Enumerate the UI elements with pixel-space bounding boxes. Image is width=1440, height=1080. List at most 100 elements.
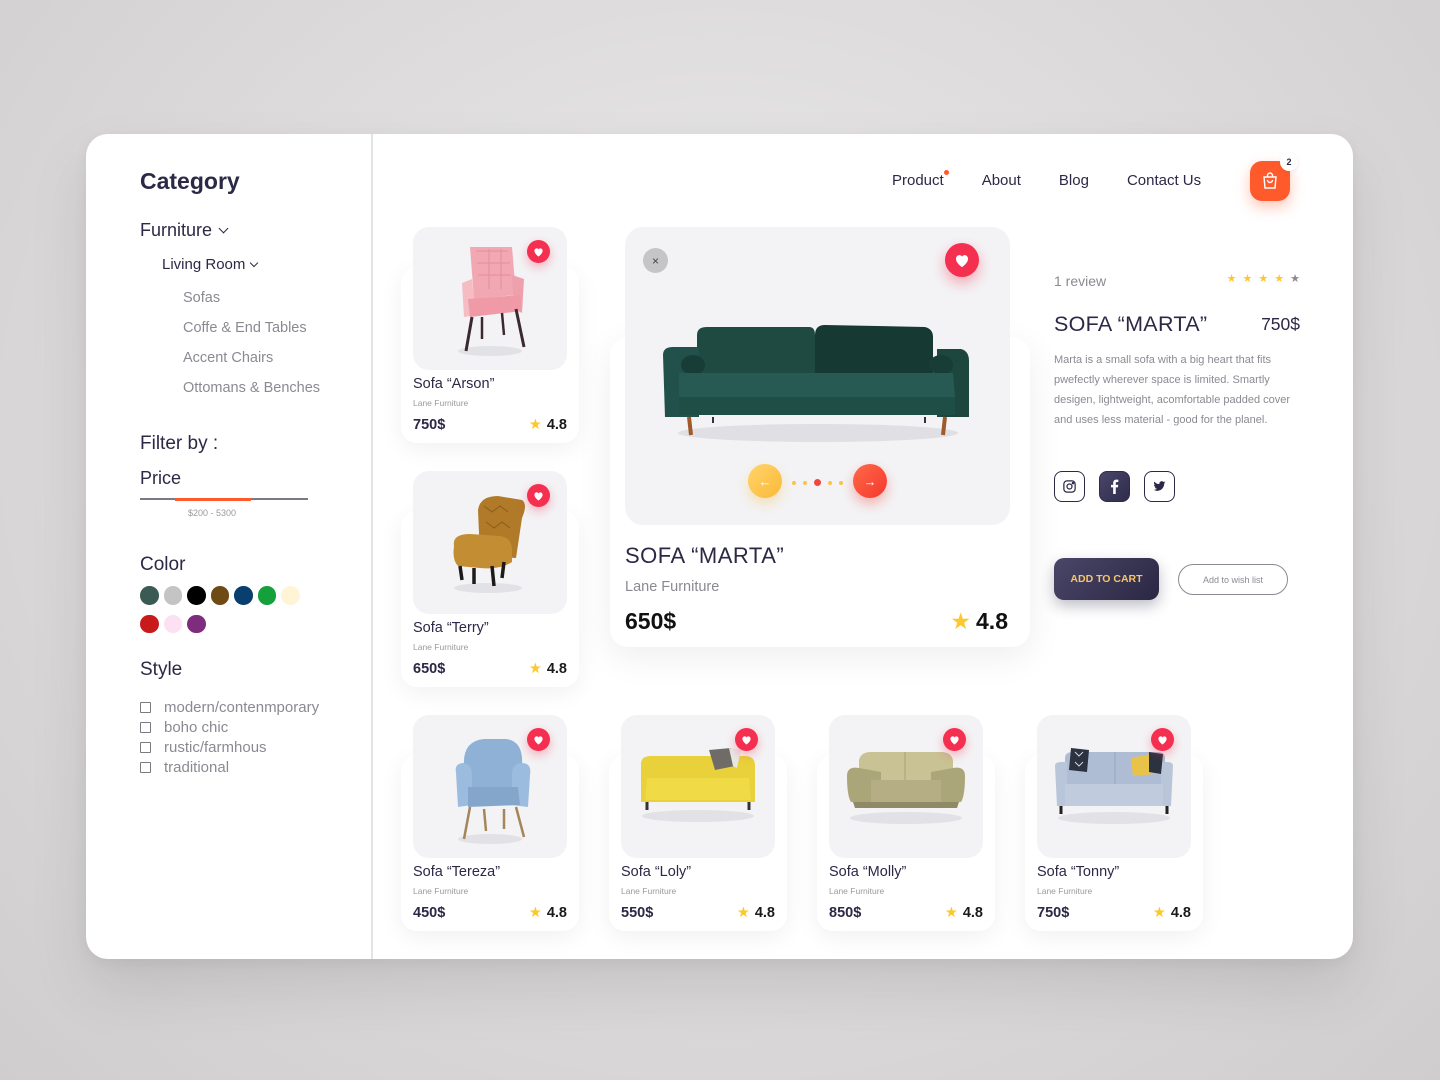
cart-button[interactable]: 2	[1250, 153, 1298, 201]
checkbox[interactable]	[140, 761, 151, 773]
color-swatch[interactable]	[234, 586, 253, 605]
category-living-room[interactable]: Living Room	[162, 256, 259, 273]
style-option[interactable]: modern/contenmporary	[140, 697, 319, 717]
subcategory-accent-chairs[interactable]: Accent Chairs	[183, 350, 273, 366]
slide-dot[interactable]	[792, 480, 796, 485]
twitter-icon	[1153, 481, 1166, 491]
price-range-slider[interactable]	[140, 497, 308, 501]
product-card[interactable]: Sofa “Terry” Lane Furniture 650$ ★ 4.8	[401, 471, 579, 687]
style-option-label: traditional	[164, 758, 230, 776]
style-option[interactable]: rustic/farmhous	[140, 737, 319, 757]
style-option-label: modern/contenmporary	[164, 698, 320, 716]
product-rating: ★ 4.8	[529, 905, 567, 921]
slide-dot[interactable]	[803, 480, 807, 485]
color-swatch[interactable]	[140, 614, 159, 633]
rating-value: 4.8	[1170, 905, 1191, 921]
product-rating: ★ 4.8	[1153, 905, 1191, 921]
nav-blog[interactable]: Blog	[1059, 172, 1089, 189]
product-card[interactable]: Sofa “Arson” Lane Furniture 750$ ★ 4.8	[401, 227, 579, 443]
favorite-button[interactable]	[527, 240, 550, 263]
style-option[interactable]: boho chic	[140, 717, 319, 737]
detail-product-price: 750$	[1261, 314, 1300, 334]
product-price: 750$	[413, 417, 446, 433]
checkbox[interactable]	[140, 721, 151, 733]
product-price: 550$	[621, 905, 654, 921]
favorite-button[interactable]	[527, 484, 550, 507]
product-brand: Lane Furniture	[829, 886, 885, 896]
heart-icon	[950, 735, 959, 745]
product-card[interactable]: Sofa “Tereza” Lane Furniture 450$ ★ 4.8	[401, 715, 579, 931]
slide-dot-active[interactable]	[814, 479, 821, 486]
next-slide-button[interactable]: →	[853, 464, 887, 498]
rating-value: 4.8	[546, 417, 567, 433]
price-range-fill[interactable]	[175, 497, 251, 501]
featured-name: SOFA “MARTA”	[625, 543, 785, 568]
subcategory-ottomans-benches[interactable]: Ottomans & Benches	[183, 380, 320, 396]
category-furniture[interactable]: Furniture	[140, 220, 229, 241]
add-to-cart-button[interactable]: ADD TO CART	[1054, 558, 1159, 600]
color-swatch[interactable]	[281, 586, 300, 605]
rating-value: 4.8	[754, 905, 775, 921]
review-count[interactable]: 1 review	[1054, 273, 1106, 289]
favorite-button[interactable]	[1151, 728, 1174, 751]
nav-product-label: Product	[892, 172, 944, 189]
close-icon: ×	[651, 253, 659, 268]
category-furniture-label: Furniture	[140, 220, 213, 240]
heart-icon	[534, 247, 543, 257]
nav-about[interactable]: About	[982, 172, 1021, 189]
facebook-button[interactable]	[1099, 471, 1130, 502]
favorite-button[interactable]	[527, 728, 550, 751]
color-swatch[interactable]	[257, 586, 276, 605]
nav-contact-us[interactable]: Contact Us	[1127, 172, 1201, 189]
product-name: Sofa “Tereza”	[413, 864, 501, 880]
heart-icon	[534, 491, 543, 501]
star-icon: ★	[1258, 273, 1269, 285]
product-name: Sofa “Tonny”	[1037, 864, 1120, 880]
slide-dot[interactable]	[839, 480, 843, 485]
favorite-button[interactable]	[945, 243, 979, 277]
price-label: Price	[140, 468, 182, 488]
product-brand: Lane Furniture	[413, 886, 469, 896]
nav-product[interactable]: Product	[892, 170, 949, 189]
color-swatch[interactable]	[187, 586, 206, 605]
subcategory-coffee-end-tables[interactable]: Coffe & End Tables	[183, 320, 307, 336]
product-price: 450$	[413, 905, 446, 921]
product-card[interactable]: Sofa “Tonny” Lane Furniture 750$ ★ 4.8	[1025, 715, 1203, 931]
color-swatch[interactable]	[210, 586, 229, 605]
favorite-button[interactable]	[735, 728, 758, 751]
product-name: Sofa “Molly”	[829, 864, 907, 880]
product-price: 750$	[1037, 905, 1070, 921]
product-description: Marta is a small sofa with a big heart t…	[1054, 354, 1291, 426]
style-option[interactable]: traditional	[140, 757, 319, 777]
close-button[interactable]: ×	[643, 248, 668, 273]
color-swatch[interactable]	[163, 614, 182, 633]
slide-dot[interactable]	[828, 480, 832, 485]
sidebar-divider	[371, 134, 373, 959]
color-title: Color	[140, 554, 186, 575]
style-option-label: rustic/farmhous	[164, 738, 267, 756]
product-card[interactable]: Sofa “Molly” Lane Furniture 850$ ★ 4.8	[817, 715, 995, 931]
color-swatch[interactable]	[187, 614, 206, 633]
product-name: Sofa “Terry”	[413, 620, 489, 636]
checkbox[interactable]	[140, 741, 151, 753]
checkbox[interactable]	[140, 701, 151, 713]
color-swatch[interactable]	[140, 586, 159, 605]
add-to-wishlist-button[interactable]: Add to wish list	[1178, 564, 1288, 595]
star-icon: ★	[950, 608, 972, 634]
color-swatch[interactable]	[163, 586, 182, 605]
arrow-right-icon: →	[863, 473, 877, 489]
arrow-left-icon: ←	[758, 473, 772, 489]
star-icon: ★	[528, 661, 542, 677]
rating-stars: ★ ★ ★ ★ ★	[1227, 272, 1300, 285]
previous-slide-button[interactable]: ←	[748, 464, 782, 498]
star-icon: ★	[1274, 273, 1285, 285]
star-icon: ★	[736, 905, 750, 921]
instagram-button[interactable]	[1054, 471, 1085, 502]
favorite-button[interactable]	[943, 728, 966, 751]
rating-value: 4.8	[546, 661, 567, 677]
twitter-button[interactable]	[1144, 471, 1175, 502]
subcategory-sofas[interactable]: Sofas	[183, 290, 220, 306]
sidebar: Category Furniture Living Room Sofas Cof…	[86, 134, 371, 959]
product-name: Sofa “Arson”	[413, 376, 495, 392]
product-card[interactable]: Sofa “Loly” Lane Furniture 550$ ★ 4.8	[609, 715, 787, 931]
